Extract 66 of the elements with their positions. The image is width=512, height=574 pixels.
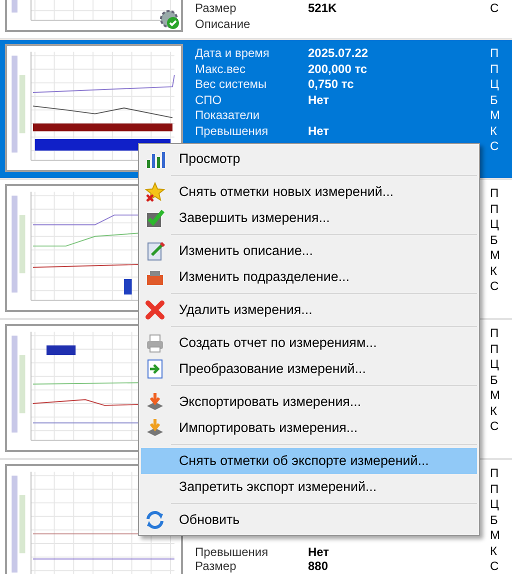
- menu-item[interactable]: Экспортировать измерения...: [141, 389, 477, 415]
- field-label: П: [490, 186, 499, 202]
- field-label: СПО: [195, 92, 223, 108]
- field-value: 200,000 тс: [308, 62, 368, 77]
- field-value: 0,750 тс: [308, 77, 354, 92]
- field-label: Б: [490, 512, 498, 528]
- field-value: Нет: [308, 92, 330, 108]
- field-label: К: [490, 124, 497, 139]
- field-label: М: [490, 248, 500, 264]
- field-label: С: [490, 139, 499, 154]
- field-label: П: [490, 326, 499, 342]
- field-label: П: [490, 482, 499, 497]
- cross-icon: [144, 299, 166, 321]
- field-label: Показатели: [195, 108, 261, 124]
- checkbox-icon: [144, 207, 166, 229]
- menu-item[interactable]: Создать отчет по измерениям...: [141, 330, 477, 356]
- menu-item[interactable]: Завершить измерения...: [141, 205, 477, 231]
- field-label: П: [490, 342, 499, 357]
- field-label: Превышения: [195, 124, 270, 139]
- gear-check-icon: [160, 10, 180, 30]
- field-value: 880: [308, 559, 328, 573]
- field-label: М: [490, 388, 500, 404]
- field-label: П: [490, 46, 499, 62]
- field-label: П: [490, 62, 499, 77]
- field-label: С: [490, 279, 499, 294]
- menu-item[interactable]: Изменить подразделение...: [141, 264, 477, 290]
- field-label: К: [490, 264, 497, 279]
- field-value: 2025.07.22: [308, 46, 368, 62]
- field-label: Б: [490, 372, 498, 388]
- field-value: Нет: [308, 124, 330, 139]
- field-label: Вес системы: [195, 77, 268, 92]
- field-value: Нет: [308, 545, 330, 559]
- field-label: П: [490, 202, 499, 217]
- menu-item[interactable]: Обновить: [141, 507, 477, 533]
- field-label: С: [490, 1, 499, 16]
- menu-item[interactable]: Импортировать измерения...: [141, 415, 477, 441]
- field-label: М: [490, 108, 500, 124]
- field-label: Макс.вес: [195, 62, 246, 77]
- field-label: К: [490, 544, 497, 559]
- field-label: Размер: [195, 1, 238, 16]
- field-label: М: [490, 528, 500, 544]
- menu-item[interactable]: Снять отметки новых измерений...: [141, 179, 477, 205]
- menu-item[interactable]: Запретить экспорт измерений...: [141, 474, 477, 500]
- field-label: Превышения: [195, 545, 270, 559]
- menu-item[interactable]: Изменить описание...: [141, 238, 477, 264]
- star-icon: [144, 181, 166, 203]
- menu-item[interactable]: Снять отметки об экспорте измерений...: [141, 448, 477, 474]
- printer-icon: [144, 332, 166, 354]
- field-label: Ц: [490, 217, 499, 232]
- menu-item[interactable]: Удалить измерения...: [141, 297, 477, 323]
- field-label: Описание: [195, 16, 252, 32]
- menu-item[interactable]: Просмотр: [141, 146, 477, 172]
- field-label: С: [490, 419, 499, 434]
- field-label: Б: [490, 92, 498, 108]
- field-label: Дата и время: [195, 46, 270, 62]
- field-value: 521K: [308, 1, 337, 16]
- field-label: Ц: [490, 497, 499, 512]
- field-label: Ц: [490, 357, 499, 372]
- field-label: С: [490, 559, 499, 574]
- refresh-icon: [144, 509, 166, 531]
- menu-item[interactable]: Преобразование измерений...: [141, 356, 477, 382]
- field-label: К: [490, 404, 497, 419]
- field-label: Ц: [490, 77, 499, 92]
- field-label: Размер: [195, 559, 238, 573]
- field-label: Б: [490, 232, 498, 248]
- field-label: П: [490, 466, 499, 482]
